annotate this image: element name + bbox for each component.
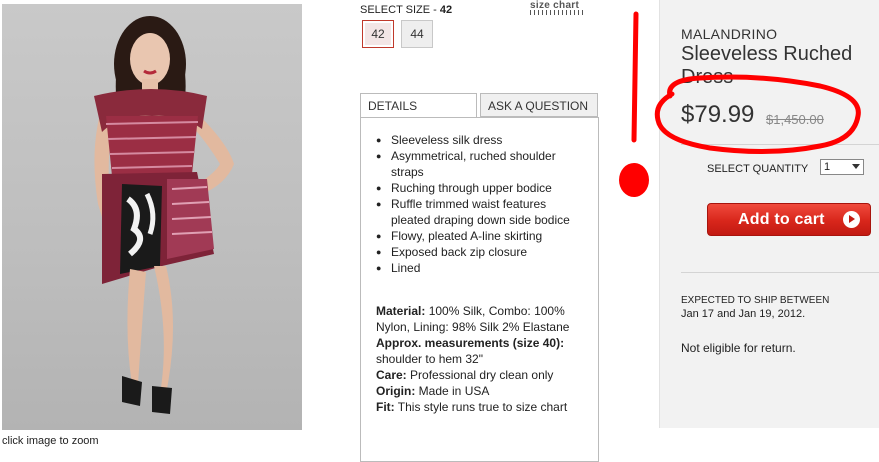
shipping-label: EXPECTED TO SHIP BETWEEN: [681, 295, 830, 306]
spec-key: Care:: [376, 368, 407, 382]
size-option-42[interactable]: 42: [362, 20, 394, 48]
spec-key: Origin:: [376, 384, 416, 398]
list-item: Asymmetrical, ruched shoulder straps: [376, 148, 586, 180]
tab-ask-a-question[interactable]: ASK A QUESTION: [480, 93, 598, 117]
red-annotation-markup: [619, 11, 861, 197]
divider: [681, 272, 879, 273]
list-item: Ruffle trimmed waist features pleated dr…: [376, 196, 586, 228]
spec-value: shoulder to hem 32": [376, 352, 483, 366]
spec-origin: Origin: Made in USA: [376, 383, 592, 399]
size-label-text: SELECT SIZE -: [360, 4, 440, 16]
list-item: Exposed back zip closure: [376, 244, 586, 260]
product-image[interactable]: [2, 4, 302, 430]
spec-material: Material: 100% Silk, Combo: 100% Nylon, …: [376, 303, 592, 335]
list-item: Flowy, pleated A-line skirting: [376, 228, 586, 244]
spec-key: Material:: [376, 304, 426, 318]
annotation-dot: [619, 163, 649, 197]
spec-key: Approx. measurements (size 40):: [376, 336, 565, 350]
shipping-dates: Jan 17 and Jan 19, 2012.: [681, 308, 806, 320]
tab-details[interactable]: DETAILS: [360, 93, 477, 118]
ruler-icon[interactable]: [530, 10, 584, 15]
spec-fit: Fit: This style runs true to size chart: [376, 399, 592, 415]
details-bullet-list: Sleeveless silk dress Asymmetrical, ruch…: [376, 132, 586, 276]
spec-value: This style runs true to size chart: [394, 400, 568, 414]
product-specs: Material: 100% Silk, Combo: 100% Nylon, …: [376, 303, 592, 415]
list-item: Ruching through upper bodice: [376, 180, 586, 196]
spec-value: Professional dry clean only: [406, 368, 554, 382]
spec-measurements: Approx. measurements (size 40): shoulder…: [376, 335, 592, 367]
arrow-right-icon: [843, 211, 860, 228]
selected-size-value: 42: [439, 4, 453, 16]
add-to-cart-label: Add to cart: [738, 211, 825, 228]
annotation-line: [631, 11, 639, 143]
size-label: SELECT SIZE - 42: [360, 4, 452, 16]
spec-care: Care: Professional dry clean only: [376, 367, 592, 383]
annotation-circle: [654, 74, 861, 155]
spec-key: Fit:: [376, 400, 395, 414]
return-policy-note: Not eligible for return.: [681, 341, 796, 355]
zoom-caption[interactable]: click image to zoom: [2, 435, 99, 447]
model-photo-illustration: [94, 16, 234, 414]
add-to-cart-button[interactable]: Add to cart: [707, 203, 871, 236]
list-item: Sleeveless silk dress: [376, 132, 586, 148]
size-option-44[interactable]: 44: [401, 20, 433, 48]
list-item: Lined: [376, 260, 586, 276]
spec-value: Made in USA: [415, 384, 490, 398]
